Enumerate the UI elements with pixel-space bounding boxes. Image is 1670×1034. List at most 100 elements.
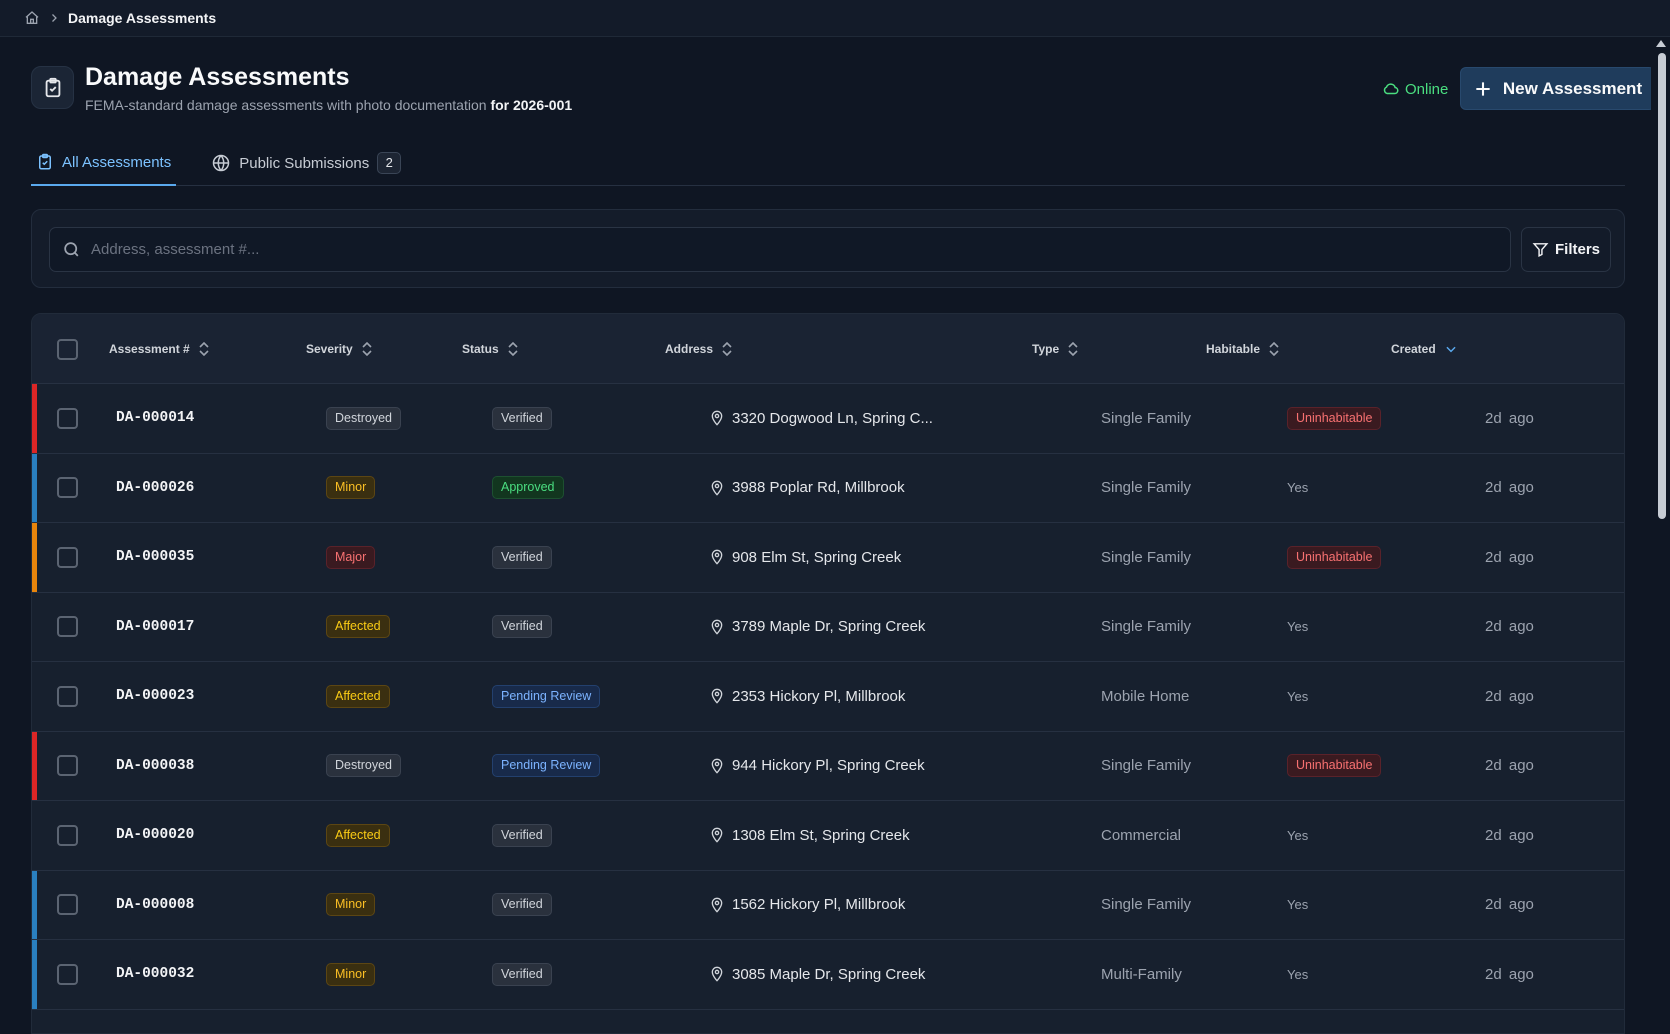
chevron-right-icon (48, 12, 60, 24)
status-cell: Verified (492, 940, 552, 1009)
table-row[interactable]: DA-000017 Affected Verified 3789 Maple Dr, … (32, 593, 1624, 662)
filters-label: Filters (1554, 241, 1600, 258)
scroll-up-arrow[interactable] (1656, 40, 1666, 47)
created-time: 2d ago (1485, 965, 1534, 983)
severity-cell: Minor (326, 871, 376, 940)
status-cell: Pending Review (492, 662, 601, 731)
row-checkbox[interactable] (57, 685, 78, 707)
row-checkbox[interactable] (57, 894, 78, 916)
created-time: 2d ago (1485, 618, 1534, 636)
address-text: 1562 Hickory Pl, Millbrook (732, 896, 906, 914)
address-text: 3988 Poplar Rd, Millbrook (732, 479, 905, 497)
habitable-text: Yes (1287, 966, 1309, 982)
status-cell: Verified (492, 801, 552, 870)
sort-icon (1067, 342, 1079, 356)
severity-indicator (32, 384, 37, 453)
table-row[interactable]: DA-000008 Minor Verified 1562 Hickory Pl, M… (32, 870, 1624, 940)
map-pin-icon (709, 618, 725, 636)
habitable-cell: Yes (1287, 871, 1308, 940)
filter-icon (1532, 241, 1549, 258)
habitable-text: Yes (1287, 480, 1309, 496)
assessment-number[interactable]: DA-000032 (116, 940, 194, 1009)
address-cell: 3789 Maple Dr, Spring Creek (709, 593, 925, 662)
filters-button[interactable]: Filters (1521, 227, 1611, 272)
search-box[interactable] (49, 227, 1511, 272)
map-pin-icon (709, 965, 725, 983)
column-type[interactable]: Type (1032, 314, 1079, 384)
table-row[interactable]: DA-000020 Affected Verified 1308 Elm St, Sp… (32, 801, 1624, 871)
row-checkbox[interactable] (57, 755, 78, 777)
submission-count-badge: 2 (377, 152, 402, 174)
created-time: 2d ago (1485, 687, 1534, 705)
home-icon[interactable] (24, 10, 40, 26)
habitable-badge: Uninhabitable (1287, 545, 1382, 569)
habitable-cell: Uninhabitable (1287, 384, 1382, 453)
property-type: Single Family (1101, 757, 1192, 775)
assessment-number[interactable]: DA-000026 (116, 454, 194, 523)
created-time: 2d ago (1485, 826, 1534, 844)
row-checkbox[interactable] (57, 477, 78, 499)
table-row[interactable]: DA-000014 Destroyed Verified 3320 Dogwood L… (32, 384, 1624, 454)
habitable-badge: Uninhabitable (1287, 754, 1382, 778)
address-cell: 908 Elm St, Spring Creek (709, 523, 901, 592)
column-label: Type (1032, 342, 1060, 356)
row-checkbox[interactable] (57, 963, 78, 985)
status-badge: Verified (492, 615, 552, 639)
habitable-cell: Yes (1287, 801, 1308, 870)
tab-public-submissions[interactable]: Public Submissions 2 (206, 140, 406, 186)
table-row[interactable]: DA-000023 Affected Pending Review 2353 Hick… (32, 662, 1624, 732)
chevron-down-icon (1444, 342, 1458, 356)
habitable-cell: Yes (1287, 454, 1308, 523)
status-badge: Verified (492, 962, 552, 986)
row-checkbox[interactable] (57, 824, 78, 846)
tab-label: All Assessments (62, 153, 172, 171)
tab-all-assessments[interactable]: All Assessments (31, 140, 177, 186)
habitable-text: Yes (1287, 897, 1309, 913)
assessment-number[interactable]: DA-000038 (116, 732, 194, 801)
severity-indicator (32, 940, 37, 1009)
row-checkbox[interactable] (57, 616, 78, 638)
severity-cell: Affected (326, 593, 390, 662)
assessment-number[interactable]: DA-000035 (116, 523, 194, 592)
assessment-number[interactable]: DA-000014 (116, 384, 194, 453)
table-row[interactable]: DA-000035 Major Verified 908 Elm St, Spring… (32, 523, 1624, 593)
column-status[interactable]: Status (462, 314, 519, 384)
column-assessment-number[interactable]: Assessment # (109, 314, 210, 384)
select-all-cell (57, 314, 78, 384)
severity-cell: Destroyed (326, 732, 401, 801)
column-habitable[interactable]: Habitable (1206, 314, 1280, 384)
row-select-cell (57, 871, 78, 940)
assessment-number[interactable]: DA-000008 (116, 871, 194, 940)
column-severity[interactable]: Severity (306, 314, 373, 384)
search-input[interactable] (91, 241, 1510, 258)
clipboard-check-icon (36, 153, 54, 171)
cloud-icon (1382, 80, 1400, 98)
row-select-cell (57, 732, 78, 801)
severity-indicator (32, 453, 37, 522)
row-checkbox[interactable] (57, 407, 78, 429)
assessment-number[interactable]: DA-000017 (116, 593, 194, 662)
habitable-cell: Yes (1287, 940, 1308, 1009)
table-row[interactable]: DA-000038 Destroyed Pending Review 944 Hick… (32, 731, 1624, 801)
select-all-checkbox[interactable] (57, 338, 78, 360)
property-type: Mobile Home (1101, 687, 1190, 705)
address-cell: 1308 Elm St, Spring Creek (709, 801, 910, 870)
status-badge: Approved (492, 476, 564, 500)
breadcrumb-current: Damage Assessments (68, 10, 217, 26)
address-text: 1308 Elm St, Spring Creek (732, 826, 910, 844)
clipboard-check-icon (31, 66, 74, 109)
row-checkbox[interactable] (57, 546, 78, 568)
column-address[interactable]: Address (665, 314, 733, 384)
map-pin-icon (709, 548, 725, 566)
habitable-text: Yes (1287, 619, 1309, 635)
assessment-number[interactable]: DA-000023 (116, 662, 194, 731)
column-created[interactable]: Created (1391, 314, 1458, 384)
table-row[interactable]: DA-000032 Minor Verified 3085 Maple Dr, Spr… (32, 940, 1624, 1010)
address-text: 3789 Maple Dr, Spring Creek (732, 618, 926, 636)
page-scrollbar[interactable] (1651, 37, 1670, 1034)
scrollbar-thumb[interactable] (1658, 53, 1666, 519)
new-assessment-button[interactable]: New Assessment (1460, 67, 1655, 110)
tab-bar: All Assessments Public Submissions 2 (31, 140, 1625, 186)
table-row[interactable]: DA-000026 Minor Approved 3988 Poplar Rd, Mi… (32, 453, 1624, 523)
assessment-number[interactable]: DA-000020 (116, 801, 194, 870)
